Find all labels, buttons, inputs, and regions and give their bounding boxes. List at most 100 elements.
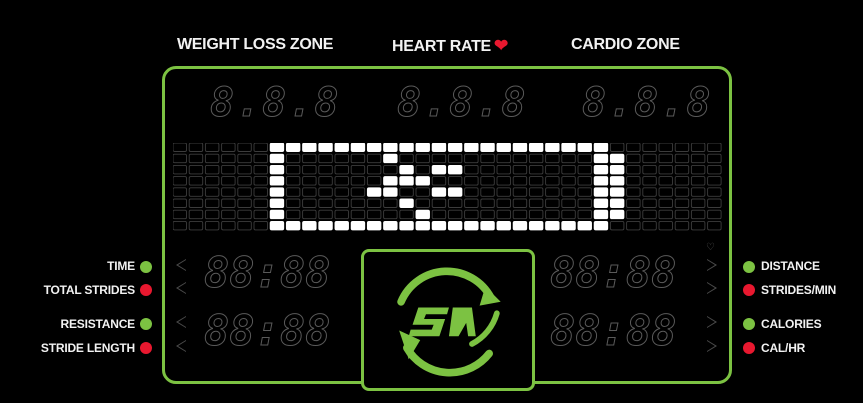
- matrix-dot: [399, 187, 414, 197]
- matrix-dot: [237, 187, 252, 197]
- matrix-dot-lit: [577, 143, 592, 152]
- right-arrow-indicator: [707, 259, 717, 271]
- matrix-dot: [642, 198, 657, 208]
- matrix-dot: [545, 176, 560, 186]
- matrix-dot-lit: [399, 220, 414, 231]
- matrix-dot: [626, 176, 641, 186]
- matrix-dot: [690, 198, 706, 208]
- matrix-dot-lit: [480, 143, 495, 152]
- matrix-dot: [464, 198, 479, 208]
- matrix-dot-lit: [366, 220, 382, 231]
- matrix-dot: [674, 220, 690, 231]
- matrix-dot: [528, 187, 544, 197]
- resistance-digits: 88:88: [203, 306, 331, 356]
- matrix-dot-lit: [399, 164, 414, 175]
- matrix-dot-lit: [447, 187, 463, 197]
- heart-icon: ❤: [493, 36, 508, 55]
- matrix-dot: [334, 164, 349, 175]
- matrix-dot: [221, 164, 236, 175]
- matrix-dot-lit: [269, 209, 285, 220]
- logo-panel: [361, 249, 535, 391]
- matrix-dot-lit: [269, 176, 285, 186]
- matrix-dot: [253, 198, 268, 208]
- matrix-dot-lit: [609, 153, 625, 164]
- heart-rate-digits: 8.8.8: [396, 80, 528, 127]
- matrix-dot-lit: [464, 220, 479, 231]
- matrix-dot: [366, 198, 382, 208]
- matrix-dot: [626, 164, 641, 175]
- matrix-dot-lit: [318, 220, 333, 231]
- matrix-dot: [173, 198, 187, 208]
- matrix-dot: [626, 220, 641, 231]
- matrix-dot-lit: [383, 220, 398, 231]
- matrix-dot: [642, 187, 657, 197]
- matrix-dot: [496, 187, 511, 197]
- matrix-dot: [626, 198, 641, 208]
- matrix-dot: [253, 187, 268, 197]
- matrix-dot: [609, 220, 625, 231]
- matrix-dot: [188, 198, 204, 208]
- matrix-dot: [253, 164, 268, 175]
- matrix-dot: [528, 153, 544, 164]
- matrix-dot: [496, 209, 511, 220]
- right-arrow-indicator: [707, 340, 717, 352]
- matrix-dot: [431, 153, 447, 164]
- matrix-dot: [658, 198, 673, 208]
- matrix-dot: [690, 176, 706, 186]
- right-arrow-indicator: [707, 282, 717, 294]
- matrix-dot-lit: [431, 187, 447, 197]
- calories-digits: 88:88: [549, 306, 677, 356]
- matrix-dot: [707, 209, 722, 220]
- sa-logo: [397, 267, 501, 377]
- matrix-dot: [707, 164, 722, 175]
- matrix-dot: [642, 209, 657, 220]
- left-arrow-indicator: [176, 282, 186, 294]
- matrix-dot: [528, 198, 544, 208]
- matrix-dot: [399, 153, 414, 164]
- matrix-dot: [658, 153, 673, 164]
- matrix-dot: [431, 176, 447, 186]
- matrix-dot: [512, 198, 528, 208]
- matrix-dot: [173, 143, 187, 152]
- right-arrow-indicator: [707, 316, 717, 328]
- matrix-dot: [302, 209, 317, 220]
- matrix-dot-lit: [609, 164, 625, 175]
- matrix-dot: [464, 209, 479, 220]
- matrix-dot: [221, 176, 236, 186]
- matrix-dot-lit: [447, 164, 463, 175]
- matrix-dot-lit: [269, 220, 285, 231]
- matrix-dot-lit: [350, 143, 366, 152]
- matrix-dot-lit: [269, 187, 285, 197]
- matrix-dot-lit: [528, 143, 544, 152]
- matrix-dot: [626, 209, 641, 220]
- matrix-dot: [334, 176, 349, 186]
- matrix-dot: [674, 198, 690, 208]
- matrix-dot: [707, 187, 722, 197]
- matrix-dot: [480, 198, 495, 208]
- matrix-dot: [528, 164, 544, 175]
- matrix-dot-lit: [399, 143, 414, 152]
- matrix-dot: [204, 143, 220, 152]
- matrix-dot: [253, 143, 268, 152]
- matrix-dot-lit: [545, 220, 560, 231]
- matrix-dot: [626, 187, 641, 197]
- matrix-dot: [237, 153, 252, 164]
- matrix-dot: [545, 209, 560, 220]
- matrix-dot-lit: [609, 209, 625, 220]
- matrix-dot: [464, 187, 479, 197]
- matrix-dot: [204, 164, 220, 175]
- matrix-dot-lit: [269, 164, 285, 175]
- matrix-dot: [561, 153, 576, 164]
- matrix-dot: [285, 164, 301, 175]
- matrix-dot-lit: [512, 220, 528, 231]
- matrix-dot-lit: [366, 187, 382, 197]
- matrix-dot: [447, 209, 463, 220]
- cal-per-hr-label: CAL/HR: [761, 341, 806, 355]
- matrix-dot: [642, 176, 657, 186]
- matrix-dot: [642, 164, 657, 175]
- matrix-dot-lit: [383, 143, 398, 152]
- matrix-dot: [302, 198, 317, 208]
- weight-loss-zone-label: WEIGHT LOSS ZONE: [177, 36, 334, 53]
- matrix-dot: [690, 209, 706, 220]
- matrix-dot-lit: [269, 153, 285, 164]
